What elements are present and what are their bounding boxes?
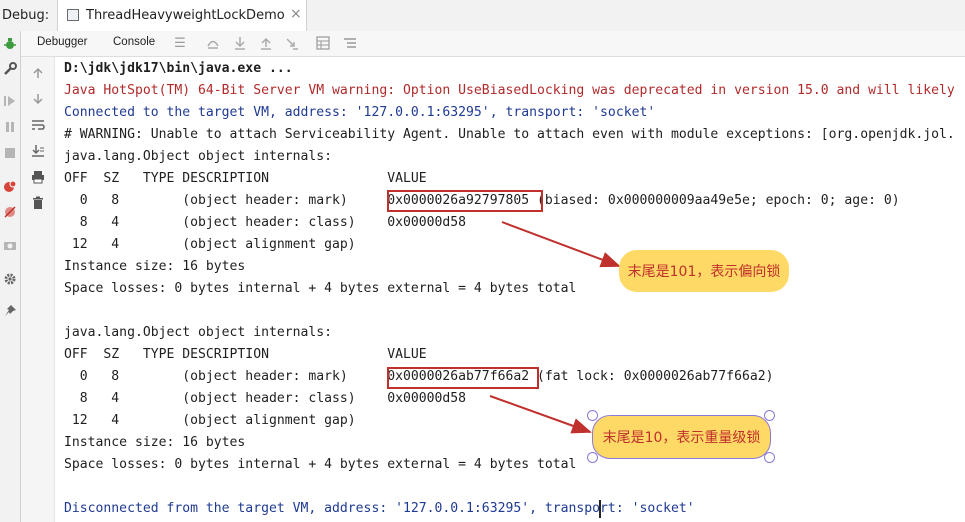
text-cursor	[599, 500, 601, 518]
arrow-to-biased-callout	[501, 221, 621, 268]
callout-biased-lock: 末尾是101，表示偏向锁	[619, 250, 789, 292]
arrow-to-heavyweight-callout	[489, 395, 592, 434]
resize-handle[interactable]	[764, 452, 775, 463]
callout-heavyweight-lock[interactable]: 末尾是10，表示重量级锁	[592, 415, 771, 459]
annotation-arrows	[489, 221, 621, 434]
resize-handle[interactable]	[587, 410, 598, 421]
resize-handle[interactable]	[587, 452, 598, 463]
resize-handle[interactable]	[764, 410, 775, 421]
